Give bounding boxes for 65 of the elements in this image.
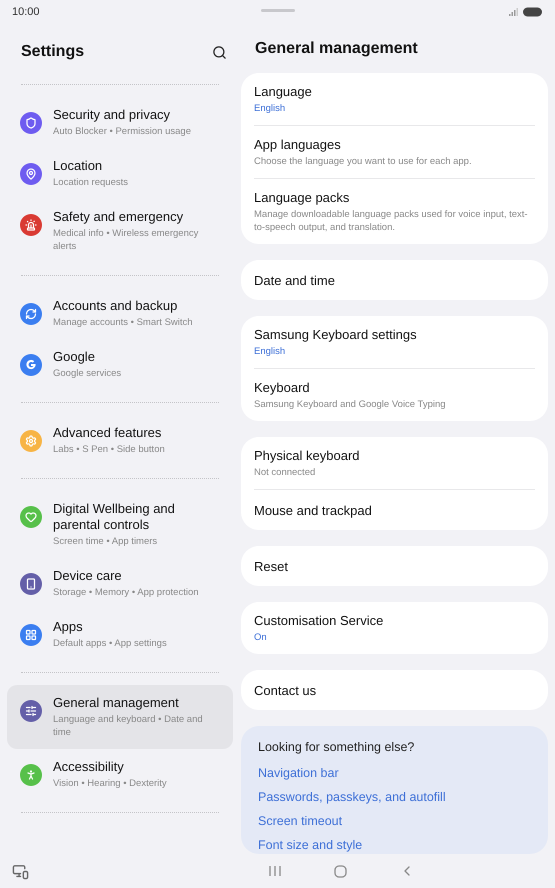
option-description: Choose the language you want to use for each app.: [254, 155, 473, 168]
item-title: Digital Wellbeing and parental controls: [53, 501, 176, 533]
option-title[interactable]: App languages: [254, 137, 535, 153]
option-title[interactable]: Date and time: [254, 272, 535, 288]
item-subtitle: Auto Blocker • Permission usage: [53, 125, 191, 138]
settings-item[interactable]: Advanced features Labs • S Pen • Side button: [7, 415, 233, 466]
option-title[interactable]: Language: [254, 84, 535, 100]
settings-item[interactable]: Safety and emergency Medical info • Wireless emergency alerts: [7, 199, 233, 263]
option-description: Samsung Keyboard and Google Voice Typing: [254, 398, 447, 411]
item-title: Accessibility: [53, 759, 125, 775]
suggestion-link[interactable]: Passwords, passkeys, and autofill: [258, 790, 531, 804]
option-title[interactable]: Customisation Service: [254, 613, 535, 629]
option-title[interactable]: Reset: [254, 558, 535, 574]
item-title: Google: [53, 349, 96, 365]
item-title: Location: [53, 158, 104, 174]
item-title: General management: [53, 695, 180, 711]
settings-item[interactable]: Digital Wellbeing and parental controls Screen time • App timers: [7, 491, 233, 558]
settings-title: Settings: [21, 43, 84, 61]
option-title[interactable]: Mouse and trackpad: [254, 502, 535, 518]
option-value: English: [254, 345, 286, 358]
item-subtitle: Default apps • App settings: [53, 637, 167, 650]
screen-icon[interactable]: [12, 862, 29, 880]
settings-item[interactable]: Apps Default apps • App settings: [7, 609, 233, 660]
recents-button[interactable]: [268, 863, 282, 879]
settings-item[interactable]: Location Location requests: [7, 148, 233, 199]
option-title[interactable]: Keyboard: [254, 380, 535, 396]
item-title: Advanced features: [53, 425, 162, 441]
settings-item[interactable]: General management Language and keyboard • Date and time: [7, 685, 233, 749]
settings-item[interactable]: Accounts and backup Manage accounts • Smart Switch: [7, 288, 233, 339]
home-button[interactable]: [334, 863, 346, 879]
item-title: Safety and emergency: [53, 209, 184, 225]
option-title[interactable]: Samsung Keyboard settings: [254, 327, 535, 343]
suggestions-title: Looking for something else?: [258, 740, 416, 754]
item-title: Accounts and backup: [53, 298, 178, 314]
option-title[interactable]: Language packs: [254, 190, 535, 206]
settings-item[interactable]: Security and privacy Auto Blocker • Permission usage: [7, 97, 233, 148]
option-description: Manage downloadable language packs used for voice input, text-to-speech output, and translation.: [254, 208, 529, 234]
item-title: Apps: [53, 619, 84, 635]
option-title[interactable]: Contact us: [254, 682, 535, 698]
item-subtitle: Location requests: [53, 176, 128, 189]
settings-item[interactable]: Accessibility Vision • Hearing • Dexterity: [7, 749, 233, 800]
option-value: English: [254, 102, 286, 115]
drag-handle: [261, 9, 295, 12]
settings-item[interactable]: Device care Storage • Memory • App protection: [7, 558, 233, 609]
suggestion-link[interactable]: Font size and style: [258, 838, 531, 852]
item-subtitle: Screen time • App timers: [53, 535, 158, 548]
settings-item[interactable]: Google Google services: [7, 339, 233, 390]
item-subtitle: Labs • S Pen • Side button: [53, 443, 165, 456]
item-title: Device care: [53, 568, 123, 584]
item-title: Security and privacy: [53, 107, 172, 123]
suggestion-link[interactable]: Screen timeout: [258, 814, 531, 828]
item-subtitle: Language and keyboard • Date and time: [53, 713, 204, 739]
status-time: 10:00: [12, 6, 40, 18]
item-subtitle: Medical info • Wireless emergency alerts: [53, 227, 200, 253]
item-subtitle: Google services: [53, 367, 122, 380]
page-title: General management: [255, 40, 418, 58]
option-description: Not connected: [254, 466, 316, 479]
item-subtitle: Storage • Memory • App protection: [53, 586, 199, 599]
search-icon[interactable]: [212, 44, 227, 60]
status-icons: [509, 7, 543, 17]
suggestion-link[interactable]: Navigation bar: [258, 766, 531, 780]
option-title[interactable]: Physical keyboard: [254, 448, 535, 464]
item-subtitle: Manage accounts • Smart Switch: [53, 316, 193, 329]
option-value: On: [254, 631, 268, 644]
item-subtitle: Vision • Hearing • Dexterity: [53, 777, 167, 790]
